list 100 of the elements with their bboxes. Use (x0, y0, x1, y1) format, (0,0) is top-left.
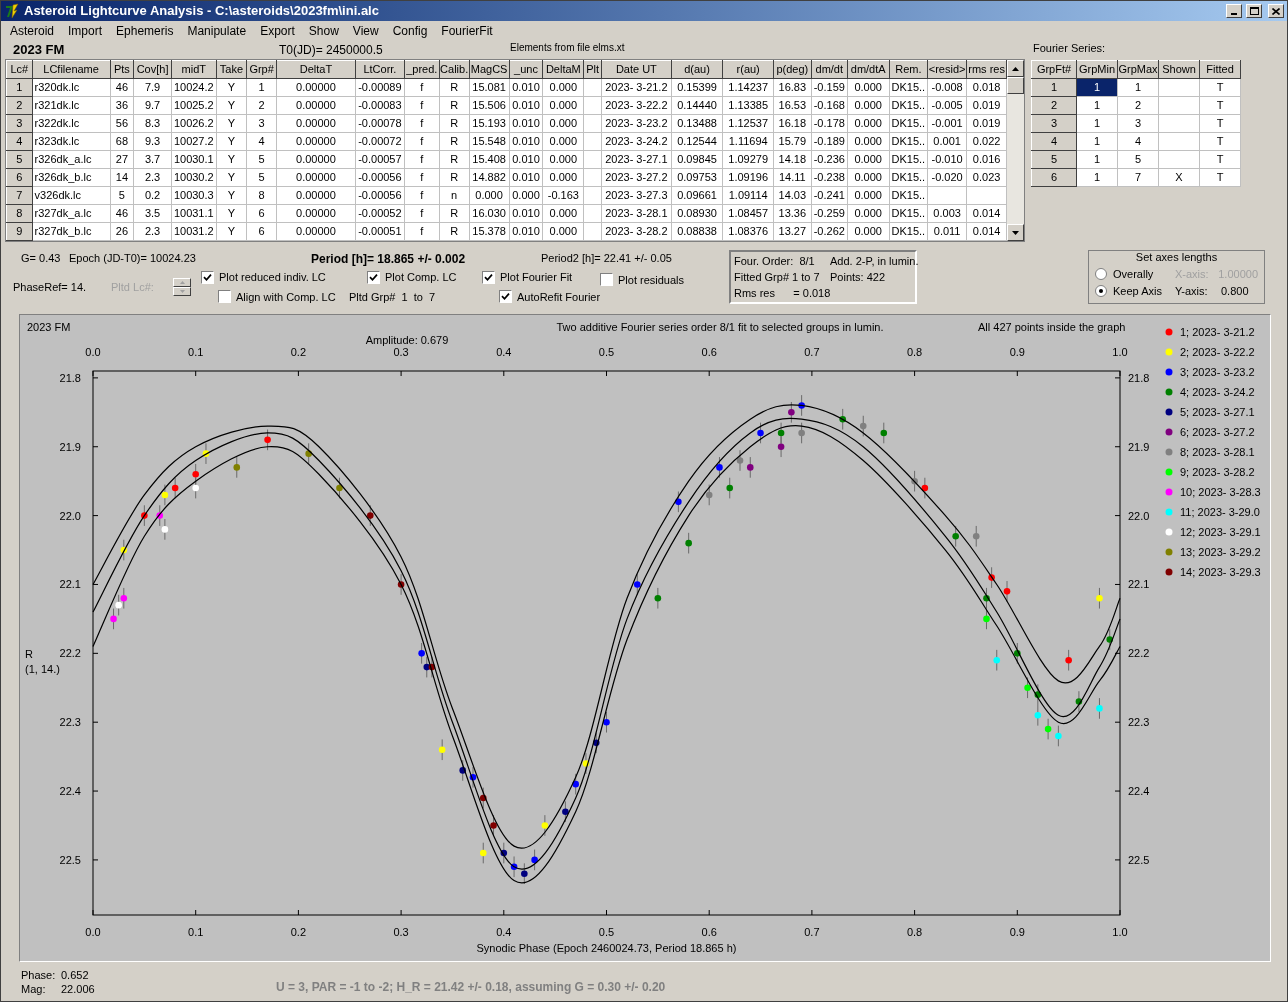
column-header[interactable]: <resid> (927, 60, 967, 79)
minimize-button[interactable] (1226, 4, 1242, 18)
column-header[interactable]: Fitted (1199, 60, 1241, 79)
column-header[interactable]: dm/dt (811, 60, 848, 79)
column-header[interactable]: Rem. (889, 60, 928, 79)
tick-label: 21.9 (1128, 440, 1150, 453)
scrollbar-thumb[interactable] (1007, 77, 1024, 94)
legend-label: 1; 2023- 3-21.2 (1180, 326, 1255, 338)
column-header[interactable]: d(au) (671, 60, 723, 79)
tick-label: 1.0 (1112, 346, 1128, 358)
column-header[interactable]: GrpFt# (1031, 60, 1077, 79)
column-header[interactable]: Date UT (601, 60, 672, 79)
point (521, 870, 528, 877)
menu-item[interactable]: View (345, 22, 386, 40)
close-button[interactable] (1268, 4, 1284, 18)
column-header[interactable]: LCfilename (32, 60, 111, 79)
spinner[interactable] (173, 278, 191, 296)
point (490, 822, 497, 829)
point (880, 429, 888, 437)
legend-label: 10; 2023- 3-28.3 (1180, 486, 1261, 498)
data-point (171, 477, 179, 499)
axis-label: Y-axis: (1175, 283, 1209, 299)
menu-item[interactable]: Export (253, 22, 302, 40)
data-point (788, 401, 795, 424)
column-header[interactable]: _unc (509, 60, 543, 79)
tick-label: 0.4 (496, 926, 512, 938)
menu-item[interactable]: Ephemeris (109, 22, 181, 40)
point (1096, 594, 1103, 602)
data-point (469, 766, 477, 789)
checkbox[interactable] (201, 270, 214, 284)
data-point (479, 787, 487, 809)
data-point (911, 470, 918, 492)
fit-info-text: Rms res = 0.018 (734, 286, 830, 301)
column-header[interactable]: Calib. (439, 60, 470, 79)
phase-ref-value: PhaseRef= 14. (13, 279, 88, 295)
data-point (521, 862, 528, 885)
scrollbar[interactable] (1007, 60, 1024, 241)
column-header[interactable]: midT (171, 60, 217, 79)
checkbox[interactable] (499, 290, 512, 304)
fit-info-text: Add. 2-P, in lumin. (830, 254, 919, 269)
menu-item[interactable]: FourierFit (434, 22, 500, 40)
column-header[interactable]: _pred. (404, 60, 440, 79)
maximize-button[interactable] (1246, 4, 1262, 18)
checkbox[interactable] (600, 273, 613, 287)
data-point (716, 456, 723, 479)
checkbox[interactable] (218, 290, 231, 304)
point (115, 601, 122, 609)
point (479, 849, 487, 857)
menu-item[interactable]: Asteroid (3, 22, 62, 40)
point (716, 464, 723, 471)
column-header[interactable]: LtCorr. (355, 60, 405, 79)
column-header[interactable]: Shown (1158, 60, 1200, 79)
checkbox[interactable] (367, 270, 380, 284)
menu-item[interactable]: Show (301, 22, 346, 40)
column-header[interactable]: DeltaT (276, 60, 356, 79)
tick-label: 22.0 (1128, 509, 1150, 522)
data-point (592, 732, 600, 754)
column-header[interactable]: DeltaM (542, 60, 584, 79)
data-point (233, 456, 241, 479)
phase-value: 0.652 (61, 968, 90, 982)
data-point (202, 442, 210, 465)
down-arrow-icon (1012, 230, 1020, 235)
data-point (603, 711, 610, 733)
checkbox[interactable] (482, 270, 495, 284)
data-point (1096, 587, 1103, 610)
x-axis-label: Synodic Phase (Epoch 2460024.73, Period 18.865 h) (476, 942, 737, 954)
tick-label: 0.1 (188, 346, 204, 358)
menu-item[interactable]: Config (385, 22, 435, 40)
column-header[interactable]: MagCS (469, 60, 510, 79)
period2-value: Period2 [h]= 22.41 +/- 0.05 (541, 251, 672, 267)
column-header[interactable]: r(au) (722, 60, 774, 79)
tick-label: 0.9 (1009, 926, 1025, 938)
column-header[interactable]: Grp# (246, 60, 277, 79)
column-header[interactable]: GrpMin (1076, 60, 1118, 79)
legend-label: 12; 2023- 3-29.1 (1180, 526, 1261, 538)
column-header[interactable]: p(deg) (773, 60, 812, 79)
point (264, 436, 271, 444)
radio-button[interactable] (1095, 285, 1107, 297)
column-header[interactable]: Pts (110, 60, 134, 79)
data-point (654, 587, 662, 610)
legend-label: 8; 2023- 3-28.1 (1180, 446, 1255, 458)
tick-label: 21.8 (1128, 371, 1150, 384)
column-header[interactable]: Lc# (6, 60, 33, 79)
menu-item[interactable]: Import (61, 22, 110, 40)
data-point (972, 525, 980, 548)
column-header[interactable]: GrpMax (1117, 60, 1159, 79)
tick-label: 22.2 (1128, 647, 1150, 660)
data-point (438, 738, 446, 761)
point (1003, 588, 1011, 595)
tick-label: 0.8 (906, 346, 923, 358)
column-header[interactable]: Cov[h] (133, 60, 172, 79)
menu-item[interactable]: Manipulate (180, 22, 254, 40)
data-point (367, 504, 374, 527)
column-header[interactable]: Take (216, 60, 247, 79)
point (438, 746, 446, 754)
checkbox-label: AutoRefit Fourier (517, 289, 601, 305)
column-header[interactable]: dm/dtA (847, 60, 890, 79)
fourier-series-label: Fourier Series: (1033, 40, 1106, 56)
radio-button[interactable] (1095, 268, 1107, 280)
column-header[interactable]: rms res (966, 60, 1007, 79)
